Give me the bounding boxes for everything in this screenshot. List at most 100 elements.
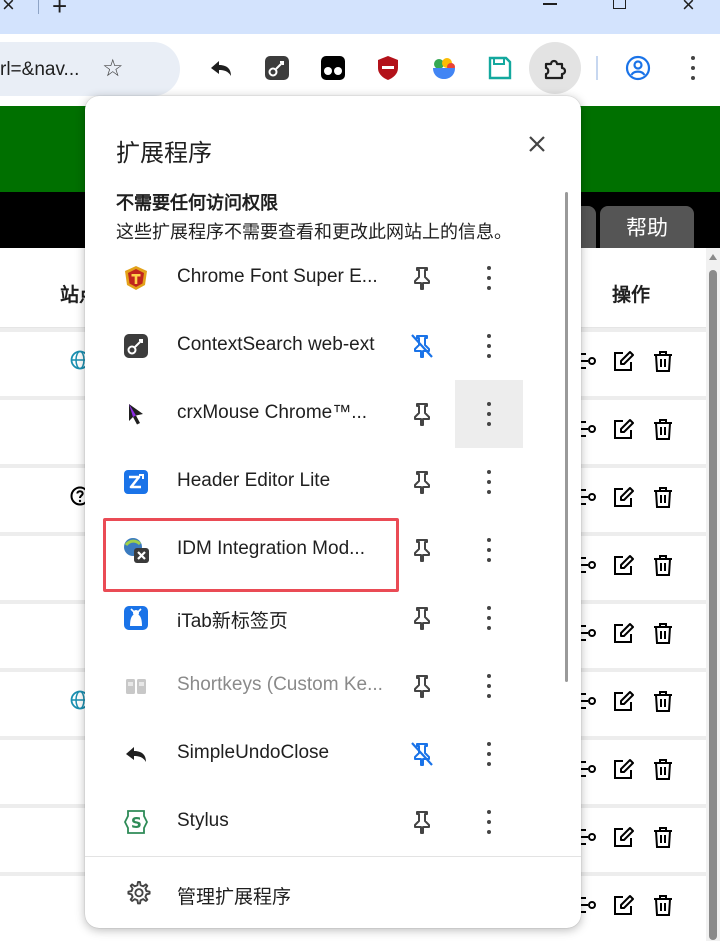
extension-row[interactable]: Shortkeys (Custom Ke... (105, 652, 535, 720)
delete-icon[interactable] (652, 486, 674, 508)
column-header-ops: 操作 (612, 285, 651, 306)
more-options-icon[interactable] (455, 720, 523, 788)
extension-name: iTab新标签页 (177, 611, 288, 632)
context-search-icon (122, 332, 150, 360)
settings-partial-icon[interactable] (580, 418, 602, 440)
edit-icon[interactable] (612, 894, 634, 916)
extension-row[interactable]: crxMouse Chrome™... (105, 380, 535, 448)
extensions-popup: 扩展程序 不需要任何访问权限 这些扩展程序不需要查看和更改此网站上的信息。 Ch… (85, 96, 581, 928)
manage-extensions-label: 管理扩展程序 (177, 887, 292, 908)
new-tab-button[interactable]: + (52, 0, 67, 22)
chrome-menu-icon[interactable] (690, 56, 696, 80)
edit-icon[interactable] (612, 622, 634, 644)
more-options-icon[interactable] (455, 788, 523, 856)
context-search-icon[interactable] (264, 55, 290, 81)
shortkeys-icon (122, 672, 150, 700)
edit-icon[interactable] (612, 350, 634, 372)
window-close-button[interactable]: × (682, 0, 695, 18)
tampermonkey-icon[interactable] (320, 55, 346, 81)
extension-row[interactable]: iTab新标签页 (105, 584, 535, 652)
more-options-icon[interactable] (455, 652, 523, 720)
settings-partial-icon[interactable] (580, 690, 602, 712)
more-options-icon[interactable] (455, 244, 523, 312)
maximize-button[interactable] (613, 0, 626, 9)
highlight-box (103, 518, 399, 592)
font-super-icon (122, 264, 150, 292)
extension-name: Chrome Font Super E... (177, 266, 378, 287)
more-options-icon[interactable] (455, 516, 523, 584)
edit-icon[interactable] (612, 554, 634, 576)
stylus-icon: S (122, 808, 150, 836)
extension-row[interactable]: ContextSearch web-ext (105, 312, 535, 380)
address-bar[interactable]: rl=&nav... ☆ (0, 42, 180, 96)
itab-icon (122, 604, 150, 632)
manage-extensions-item[interactable]: 管理扩展程序 (85, 858, 581, 926)
pin-icon[interactable] (408, 468, 436, 496)
pin-icon[interactable] (408, 808, 436, 836)
window-titlebar: × + × (0, 0, 720, 34)
settings-partial-icon[interactable] (580, 486, 602, 508)
section-description: 这些扩展程序不需要查看和更改此网站上的信息。 (116, 222, 512, 242)
delete-icon[interactable] (652, 894, 674, 916)
delete-icon[interactable] (652, 622, 674, 644)
extension-name: crxMouse Chrome™... (177, 402, 368, 423)
minimize-button[interactable] (543, 3, 557, 5)
more-options-icon[interactable] (455, 312, 523, 380)
tab-separator (38, 0, 39, 14)
delete-icon[interactable] (652, 554, 674, 576)
popup-scrollbar[interactable] (565, 162, 571, 852)
popup-divider (85, 856, 581, 857)
delete-icon[interactable] (652, 826, 674, 848)
header-editor-icon (122, 468, 150, 496)
more-options-icon[interactable] (455, 380, 523, 448)
page-scrollbar[interactable] (706, 248, 720, 941)
extension-name: Header Editor Lite (177, 470, 331, 491)
settings-partial-icon[interactable] (580, 350, 602, 372)
delete-icon[interactable] (652, 690, 674, 712)
extension-name: SimpleUndoClose (177, 742, 330, 763)
edit-icon[interactable] (612, 418, 634, 440)
pin-icon[interactable] (408, 536, 436, 564)
popup-close-icon[interactable] (525, 132, 549, 156)
extension-row[interactable]: SimpleUndoClose (105, 720, 535, 788)
shield-extension-icon[interactable] (375, 55, 401, 81)
page-nav-tab-help[interactable]: 帮助 (600, 206, 694, 248)
extension-name: Shortkeys (Custom Ke... (177, 674, 383, 695)
edit-icon[interactable] (612, 690, 634, 712)
settings-partial-icon[interactable] (580, 894, 602, 916)
extension-row[interactable]: S Stylus (105, 788, 535, 856)
undo-close-extension-icon[interactable] (208, 55, 234, 81)
pin-icon[interactable] (408, 672, 436, 700)
bookmark-star-icon[interactable]: ☆ (102, 54, 124, 83)
unpin-icon[interactable] (408, 740, 436, 768)
pin-icon[interactable] (408, 604, 436, 632)
profile-icon[interactable] (625, 55, 651, 81)
bowl-extension-icon[interactable] (431, 55, 457, 81)
settings-partial-icon[interactable] (580, 758, 602, 780)
pin-icon[interactable] (408, 400, 436, 428)
pin-icon[interactable] (408, 264, 436, 292)
edit-icon[interactable] (612, 758, 634, 780)
extension-row[interactable]: Chrome Font Super E... (105, 244, 535, 312)
edit-icon[interactable] (612, 486, 634, 508)
settings-partial-icon[interactable] (580, 826, 602, 848)
more-options-icon[interactable] (455, 584, 523, 652)
toolbar-divider (596, 56, 598, 80)
more-options-icon[interactable] (455, 448, 523, 516)
extensions-puzzle-icon[interactable] (542, 55, 568, 81)
undo-close-icon (122, 740, 150, 768)
tab-close-icon[interactable]: × (2, 0, 15, 18)
save-extension-icon[interactable] (487, 55, 513, 81)
delete-icon[interactable] (652, 350, 674, 372)
extension-name: ContextSearch web-ext (177, 334, 375, 355)
extension-name: Stylus (177, 810, 229, 831)
delete-icon[interactable] (652, 758, 674, 780)
edit-icon[interactable] (612, 826, 634, 848)
settings-partial-icon[interactable] (580, 622, 602, 644)
settings-partial-icon[interactable] (580, 554, 602, 576)
popup-title: 扩展程序 (116, 140, 212, 167)
extension-row[interactable]: Header Editor Lite (105, 448, 535, 516)
delete-icon[interactable] (652, 418, 674, 440)
unpin-icon[interactable] (408, 332, 436, 360)
gear-icon (125, 880, 151, 906)
